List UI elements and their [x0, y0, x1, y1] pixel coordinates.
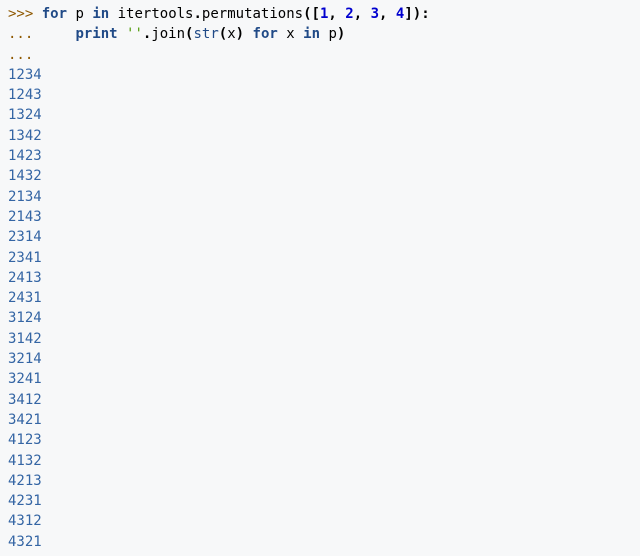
- keyword-in: in: [92, 6, 109, 22]
- dot: .: [193, 6, 201, 22]
- output-line: 4123: [8, 430, 632, 450]
- lparen: (: [303, 6, 311, 22]
- indent: [42, 26, 76, 42]
- output-line: 2134: [8, 187, 632, 207]
- output-line: 1423: [8, 146, 632, 166]
- keyword-print: print: [75, 26, 117, 42]
- output-line: 4312: [8, 511, 632, 531]
- output-line: 3241: [8, 369, 632, 389]
- output-line: 4213: [8, 471, 632, 491]
- code-line-3: ...: [8, 45, 632, 65]
- rbracket: ]: [404, 6, 412, 22]
- lparen: (: [219, 26, 227, 42]
- literal-3: 3: [371, 6, 379, 22]
- space: [118, 26, 126, 42]
- space: [244, 26, 252, 42]
- keyword-in: in: [303, 26, 320, 42]
- output-line: 2143: [8, 207, 632, 227]
- comma: ,: [354, 6, 362, 22]
- output-line: 4321: [8, 532, 632, 552]
- keyword-for: for: [253, 26, 278, 42]
- module-itertools: itertools: [118, 6, 194, 22]
- code-block: >>> for p in itertools.permutations([1, …: [8, 4, 632, 552]
- lbracket: [: [312, 6, 320, 22]
- var-x: x: [227, 26, 235, 42]
- builtin-str: str: [193, 26, 218, 42]
- output-line: 3412: [8, 390, 632, 410]
- output-line: 2341: [8, 248, 632, 268]
- space: [109, 6, 117, 22]
- output-line: 4132: [8, 451, 632, 471]
- var-p: p: [328, 26, 336, 42]
- rparen: ): [337, 26, 345, 42]
- output-line: 3142: [8, 329, 632, 349]
- output-line: 1324: [8, 105, 632, 125]
- output-line: 1243: [8, 85, 632, 105]
- func-permutations: permutations: [202, 6, 303, 22]
- rparen: ): [413, 6, 421, 22]
- var-p: p: [75, 6, 83, 22]
- output-line: 1342: [8, 126, 632, 146]
- space: [337, 6, 345, 22]
- colon: :: [421, 6, 429, 22]
- keyword-for: for: [42, 6, 67, 22]
- output-line: 3421: [8, 410, 632, 430]
- output-line: 1234: [8, 65, 632, 85]
- output-line: 2314: [8, 227, 632, 247]
- var-x: x: [286, 26, 294, 42]
- output-line: 1432: [8, 166, 632, 186]
- code-line-2: ... print ''.join(str(x) for x in p): [8, 24, 632, 44]
- output-line: 4231: [8, 491, 632, 511]
- output-line: 3124: [8, 308, 632, 328]
- repl-continuation: ...: [8, 47, 33, 63]
- output-block: 1234124313241342142314322134214323142341…: [8, 65, 632, 552]
- repl-prompt: >>>: [8, 6, 42, 22]
- string-empty: '': [126, 26, 143, 42]
- comma: ,: [328, 6, 336, 22]
- space: [295, 26, 303, 42]
- method-join: join: [151, 26, 185, 42]
- output-line: 3214: [8, 349, 632, 369]
- space: [387, 6, 395, 22]
- literal-2: 2: [345, 6, 353, 22]
- space: [278, 26, 286, 42]
- space: [362, 6, 370, 22]
- repl-continuation: ...: [8, 26, 42, 42]
- output-line: 2431: [8, 288, 632, 308]
- rparen: ): [236, 26, 244, 42]
- output-line: 2413: [8, 268, 632, 288]
- code-line-1: >>> for p in itertools.permutations([1, …: [8, 4, 632, 24]
